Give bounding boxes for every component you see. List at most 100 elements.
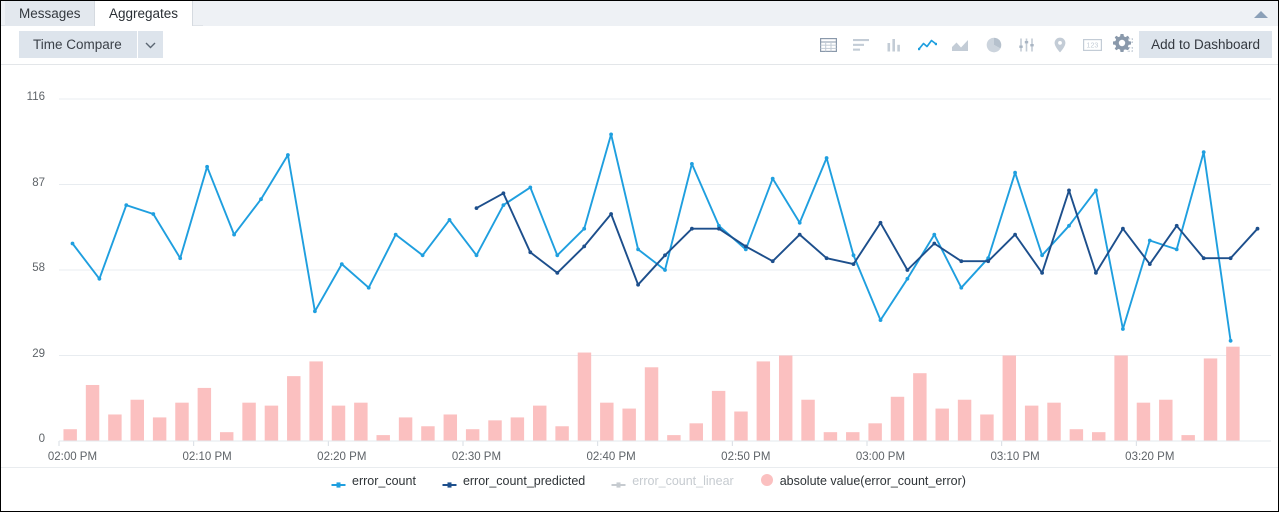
bar-error-value[interactable] — [891, 397, 904, 441]
data-point[interactable] — [528, 186, 532, 190]
data-point[interactable] — [1013, 171, 1017, 175]
data-point[interactable] — [1229, 339, 1233, 343]
data-point[interactable] — [582, 227, 586, 231]
data-point[interactable] — [852, 253, 856, 257]
bar-error-value[interactable] — [131, 400, 144, 441]
bar-error-value[interactable] — [153, 417, 166, 441]
data-point[interactable] — [1013, 233, 1017, 237]
data-point[interactable] — [609, 133, 613, 137]
bar-error-value[interactable] — [1025, 406, 1038, 441]
collapse-panel-button[interactable] — [1248, 3, 1274, 24]
bar-error-value[interactable] — [757, 361, 770, 441]
data-point[interactable] — [959, 259, 963, 263]
bar-error-value[interactable] — [801, 400, 814, 441]
bar-error-value[interactable] — [444, 414, 457, 441]
bar-error-value[interactable] — [622, 409, 635, 441]
data-point[interactable] — [340, 262, 344, 266]
bar-error-value[interactable] — [1003, 356, 1016, 442]
data-point[interactable] — [852, 262, 856, 266]
data-point[interactable] — [825, 156, 829, 160]
bar-error-value[interactable] — [354, 403, 367, 441]
data-point[interactable] — [636, 283, 640, 287]
data-point[interactable] — [1067, 189, 1071, 193]
bar-error-value[interactable] — [958, 400, 971, 441]
map-pin-icon[interactable] — [1043, 32, 1076, 58]
legend-item-error-count[interactable]: error_count — [331, 474, 416, 493]
bar-error-value[interactable] — [690, 423, 703, 441]
data-point[interactable] — [367, 286, 371, 290]
bar-error-value[interactable] — [220, 432, 233, 441]
bar-error-value[interactable] — [1047, 403, 1060, 441]
data-point[interactable] — [798, 233, 802, 237]
tab-aggregates[interactable]: Aggregates — [94, 1, 193, 26]
data-point[interactable] — [609, 212, 613, 216]
bar-error-value[interactable] — [1226, 347, 1239, 441]
data-point[interactable] — [1148, 239, 1152, 243]
data-point[interactable] — [1202, 150, 1206, 154]
bar-error-value[interactable] — [578, 353, 591, 441]
data-point[interactable] — [555, 253, 559, 257]
data-point[interactable] — [690, 227, 694, 231]
data-point[interactable] — [475, 206, 479, 210]
bar-error-value[interactable] — [309, 361, 322, 441]
data-point[interactable] — [232, 233, 236, 237]
bar-error-value[interactable] — [376, 435, 389, 441]
bar-error-value[interactable] — [868, 423, 881, 441]
data-point[interactable] — [1175, 224, 1179, 228]
data-point[interactable] — [151, 212, 155, 216]
data-point[interactable] — [502, 191, 506, 195]
chart-plot[interactable] — [1, 65, 1279, 465]
data-point[interactable] — [555, 271, 559, 275]
table-icon[interactable] — [812, 32, 845, 58]
data-point[interactable] — [879, 221, 883, 225]
pie-chart-icon[interactable] — [977, 32, 1010, 58]
data-point[interactable] — [906, 268, 910, 272]
data-point[interactable] — [1175, 248, 1179, 252]
bar-error-value[interactable] — [935, 409, 948, 441]
bar-error-value[interactable] — [287, 376, 300, 441]
vertical-bar-chart-icon[interactable] — [878, 32, 911, 58]
data-point[interactable] — [421, 253, 425, 257]
data-point[interactable] — [1094, 189, 1098, 193]
data-point[interactable] — [1229, 256, 1233, 260]
bar-error-value[interactable] — [1070, 429, 1083, 441]
data-point[interactable] — [1040, 253, 1044, 257]
data-point[interactable] — [394, 233, 398, 237]
bar-error-value[interactable] — [421, 426, 434, 441]
bar-error-value[interactable] — [175, 403, 188, 441]
data-point[interactable] — [1121, 327, 1125, 331]
bar-error-value[interactable] — [824, 432, 837, 441]
bar-error-value[interactable] — [1181, 435, 1194, 441]
data-point[interactable] — [959, 286, 963, 290]
bar-error-value[interactable] — [399, 417, 412, 441]
data-point[interactable] — [259, 197, 263, 201]
bar-error-value[interactable] — [198, 388, 211, 441]
data-point[interactable] — [1202, 256, 1206, 260]
bar-error-value[interactable] — [734, 412, 747, 441]
data-point[interactable] — [663, 268, 667, 272]
data-point[interactable] — [178, 256, 182, 260]
bar-error-value[interactable] — [511, 417, 524, 441]
time-compare-control[interactable]: Time Compare — [19, 31, 163, 58]
data-point[interactable] — [798, 221, 802, 225]
bar-error-value[interactable] — [1137, 403, 1150, 441]
horizontal-bar-chart-icon[interactable] — [845, 32, 878, 58]
data-point[interactable] — [448, 218, 452, 222]
tab-messages[interactable]: Messages — [5, 1, 96, 26]
data-point[interactable] — [744, 245, 748, 249]
bar-error-value[interactable] — [779, 356, 792, 442]
data-point[interactable] — [932, 233, 936, 237]
data-point[interactable] — [205, 165, 209, 169]
add-to-dashboard-button[interactable]: Add to Dashboard — [1139, 31, 1272, 58]
data-point[interactable] — [582, 245, 586, 249]
bar-error-value[interactable] — [1159, 400, 1172, 441]
bar-error-value[interactable] — [1204, 358, 1217, 441]
data-point[interactable] — [1040, 271, 1044, 275]
data-point[interactable] — [1121, 227, 1125, 231]
bar-error-value[interactable] — [242, 403, 255, 441]
time-compare-dropdown-button[interactable] — [137, 31, 163, 58]
bar-error-value[interactable] — [667, 435, 680, 441]
data-point[interactable] — [1067, 224, 1071, 228]
bar-error-value[interactable] — [980, 414, 993, 441]
data-point[interactable] — [771, 259, 775, 263]
